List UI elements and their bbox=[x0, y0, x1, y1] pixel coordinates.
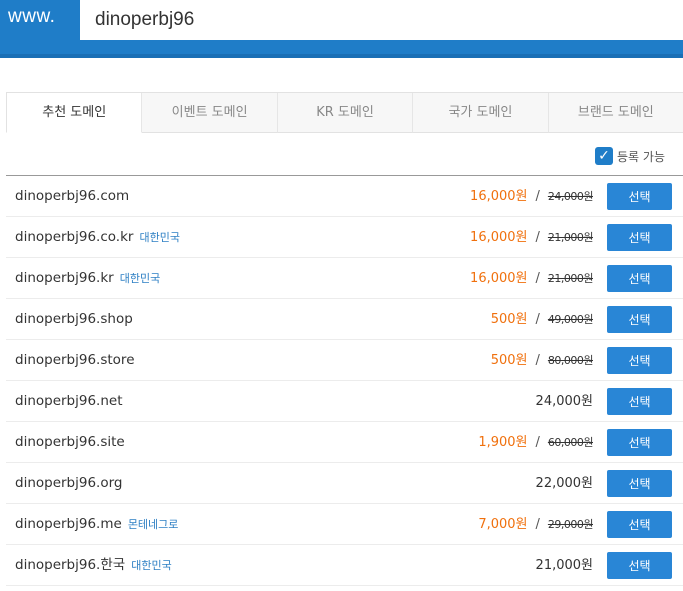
price-area: 1,900원 / 60,000원 bbox=[478, 422, 593, 463]
domain-row: dinoperbj96.org 22,000원 선택 bbox=[6, 463, 683, 504]
price-separator: / bbox=[535, 189, 540, 204]
original-price: 24,000원 bbox=[547, 190, 594, 203]
domain-name: dinoperbj96.com bbox=[15, 176, 129, 217]
domain-name-text: dinoperbj96.com bbox=[15, 188, 130, 204]
price-separator: / bbox=[535, 517, 540, 532]
domain-country: 대한민국 bbox=[119, 272, 161, 285]
select-button[interactable]: 선택 bbox=[607, 306, 672, 333]
domain-row: dinoperbj96.site 1,900원 / 60,000원 선택 bbox=[6, 422, 683, 463]
price-area: 16,000원 / 21,000원 bbox=[470, 258, 593, 299]
tab-kr[interactable]: KR 도메인 bbox=[277, 93, 414, 133]
price-area: 500원 / 49,000원 bbox=[490, 299, 594, 340]
domain-name: dinoperbj96.shop bbox=[15, 299, 133, 340]
price-area: 16,000원 / 21,000원 bbox=[470, 217, 593, 258]
price-separator: / bbox=[535, 230, 540, 245]
tab-recommended[interactable]: 추천 도메인 bbox=[6, 93, 143, 133]
original-price: 21,000원 bbox=[547, 272, 594, 285]
domain-name-text: dinoperbj96.shop bbox=[15, 311, 133, 327]
select-button[interactable]: 선택 bbox=[607, 429, 672, 456]
domain-list: dinoperbj96.com 16,000원/24,000원 선택 dinoperb… bbox=[6, 176, 683, 586]
domain-price: 24,000원 bbox=[535, 394, 593, 409]
price-area: 500원 / 80,000원 bbox=[490, 340, 594, 381]
domain-name-text: dinoperbj96.store bbox=[15, 352, 135, 368]
domain-row: dinoperbj96.net 24,000원 선택 bbox=[6, 381, 683, 422]
domain-name-text: dinoperbj96.co.kr bbox=[15, 229, 134, 245]
domain-price: 500원 bbox=[490, 312, 528, 327]
domain-name-text: dinoperbj96.kr bbox=[15, 270, 114, 286]
tab-event[interactable]: 이벤트 도메인 bbox=[142, 93, 278, 133]
domain-name-text: dinoperbj96.net bbox=[15, 393, 123, 409]
check-icon: ✓ bbox=[598, 148, 610, 164]
domain-name: dinoperbj96.me 몬테네그로 bbox=[15, 504, 178, 545]
domain-row: dinoperbj96.com 16,000원 / 24,000원 선택 bbox=[6, 176, 683, 217]
price-area: 22,000원 bbox=[536, 463, 593, 504]
select-button[interactable]: 선택 bbox=[607, 511, 672, 538]
domain-price: 16,000원 bbox=[470, 189, 528, 204]
price-area: 24,000원 bbox=[536, 381, 593, 422]
select-button[interactable]: 선택 bbox=[607, 183, 672, 210]
www-prefix: www. bbox=[8, 6, 56, 27]
domain-row: dinoperbj96.한국 대한민국 21,000원 선택 bbox=[6, 545, 683, 586]
domain-name-text: dinoperbj96.org bbox=[15, 475, 123, 491]
domain-name: dinoperbj96.org bbox=[15, 463, 123, 504]
select-button[interactable]: 선택 bbox=[607, 224, 672, 251]
domain-category-tabs: 추천 도메인 이벤트 도메인 KR 도메인 국가 도메인 브랜드 도메인 bbox=[6, 92, 683, 133]
domain-name: dinoperbj96.co.kr 대한민국 bbox=[15, 217, 180, 258]
domain-price: 500원 bbox=[490, 353, 528, 368]
original-price: 49,000원 bbox=[547, 313, 594, 326]
domain-country: 대한민국 bbox=[131, 559, 172, 572]
domain-row: dinoperbj96.store 500원 / 80,000원 선택 bbox=[6, 340, 683, 381]
domain-row: dinoperbj96.co.kr 대한민국 16,000원 / 21,000원 선택 bbox=[6, 217, 683, 258]
price-separator: / bbox=[535, 271, 540, 286]
select-button[interactable]: 선택 bbox=[607, 552, 672, 579]
original-price: 29,000원 bbox=[547, 518, 594, 531]
select-button[interactable]: 선택 bbox=[607, 470, 672, 497]
domain-name-text: dinoperbj96.한국 bbox=[15, 557, 126, 573]
domain-name: dinoperbj96.store bbox=[15, 340, 135, 381]
select-button[interactable]: 선택 bbox=[607, 388, 672, 415]
original-price: 80,000원 bbox=[547, 354, 594, 367]
domain-country: 몬테네그로 bbox=[127, 518, 179, 531]
price-separator: / bbox=[535, 312, 540, 327]
domain-price: 1,900원 bbox=[478, 435, 528, 450]
tab-brand[interactable]: 브랜드 도메인 bbox=[548, 93, 683, 133]
domain-name: dinoperbj96.site bbox=[15, 422, 125, 463]
domain-price: 16,000원 bbox=[470, 230, 528, 245]
domain-row: dinoperbj96.kr 대한민국 16,000원 / 21,000원 선택 bbox=[6, 258, 683, 299]
domain-search-input[interactable] bbox=[80, 0, 683, 40]
domain-name: dinoperbj96.한국 대한민국 bbox=[15, 545, 172, 586]
price-area: 7,000원 / 29,000원 bbox=[478, 504, 593, 545]
select-button[interactable]: 선택 bbox=[607, 265, 672, 292]
price-separator: / bbox=[535, 353, 540, 368]
select-button[interactable]: 선택 bbox=[607, 347, 672, 374]
original-price: 60,000원 bbox=[547, 436, 594, 449]
price-separator: / bbox=[535, 435, 540, 450]
domain-name: dinoperbj96.kr 대한민국 bbox=[15, 258, 160, 299]
domain-price: 16,000원 bbox=[470, 271, 528, 286]
price-area: 16,000원 / 24,000원 bbox=[470, 176, 593, 217]
domain-row: dinoperbj96.shop 500원 / 49,000원 선택 bbox=[6, 299, 683, 340]
domain-country: 대한민국 bbox=[139, 231, 180, 244]
domain-name-text: dinoperbj96.site bbox=[15, 434, 125, 450]
original-price: 21,000원 bbox=[547, 231, 594, 244]
domain-name-text: dinoperbj96.me bbox=[15, 516, 122, 532]
available-filter-label: 등록 가능 bbox=[617, 149, 665, 164]
available-checkbox[interactable]: ✓ bbox=[595, 147, 614, 165]
price-area: 21,000원 bbox=[536, 545, 593, 586]
domain-price: 22,000원 bbox=[535, 476, 593, 491]
domain-row: dinoperbj96.me 몬테네그로 7,000원 / 29,000원 선택 bbox=[6, 504, 683, 545]
available-filter: ✓ 등록 가능 bbox=[595, 147, 665, 165]
domain-name: dinoperbj96.net bbox=[15, 381, 123, 422]
top-bar: www. bbox=[0, 0, 683, 58]
domain-price: 7,000원 bbox=[478, 517, 528, 532]
tab-country[interactable]: 국가 도메인 bbox=[413, 93, 549, 133]
domain-price: 21,000원 bbox=[535, 558, 593, 573]
